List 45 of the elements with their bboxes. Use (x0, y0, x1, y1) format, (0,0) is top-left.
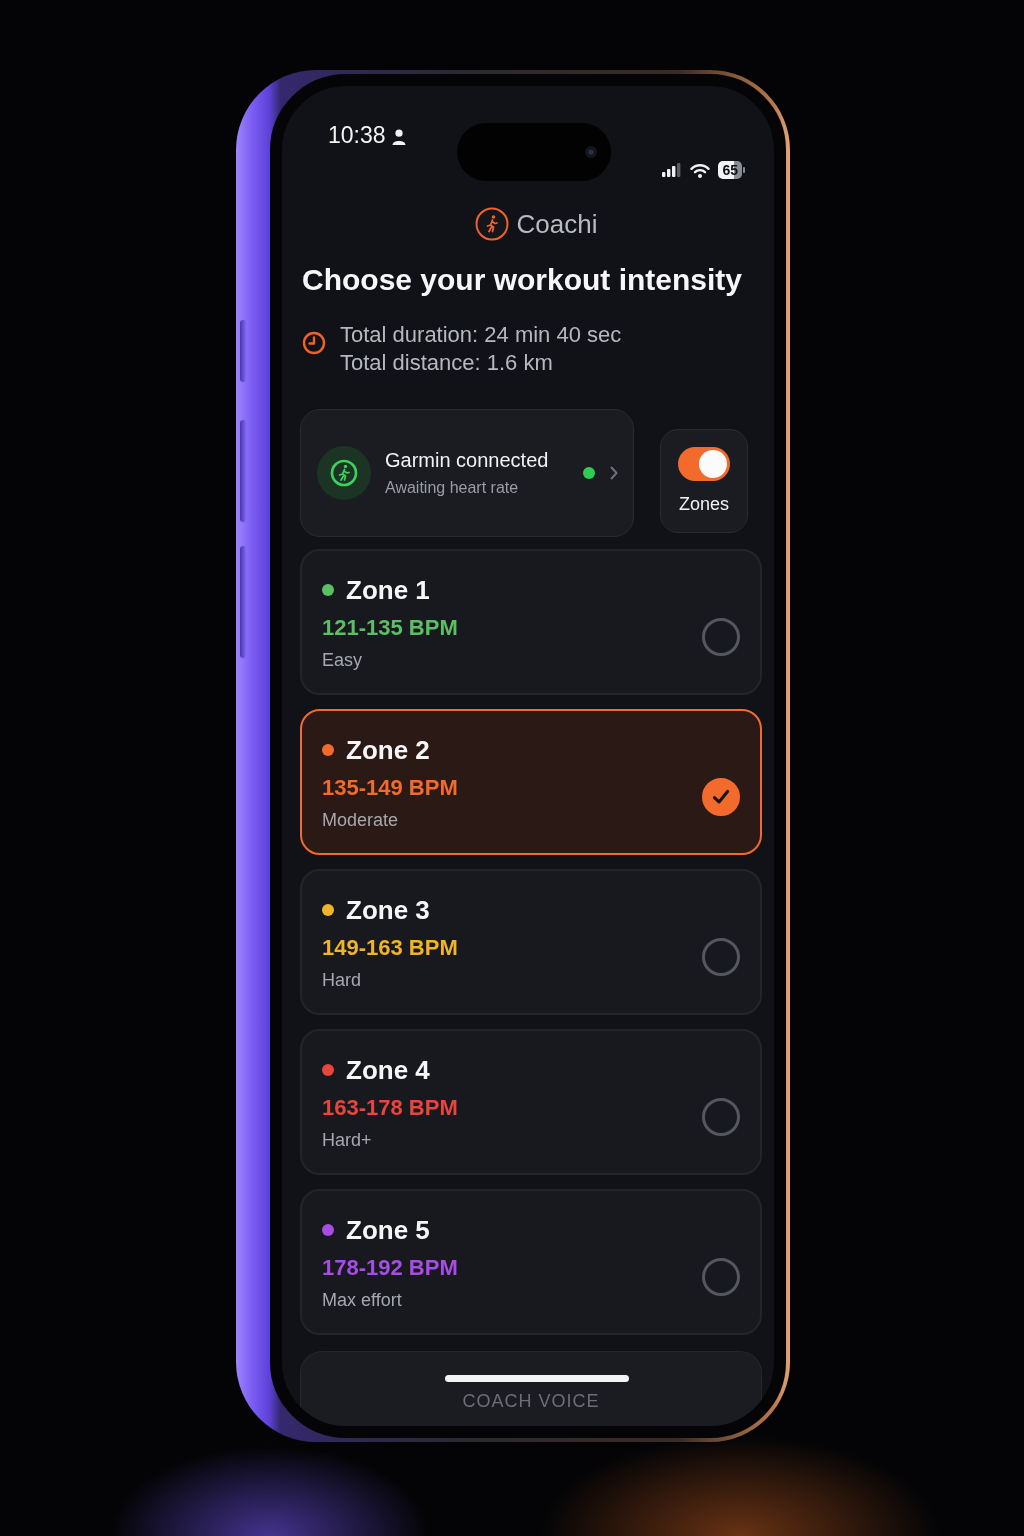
zone-card[interactable]: Zone 2 135-149 BPM Moderate (300, 709, 762, 855)
zone-effort: Max effort (322, 1289, 402, 1312)
runner-logo-icon (474, 207, 509, 241)
toggle-label: Zones (679, 493, 729, 515)
zone-name: Zone 3 (346, 894, 430, 926)
zone-card[interactable]: Zone 1 121-135 BPM Easy (300, 549, 762, 695)
page-title: Choose your workout intensity (302, 262, 744, 298)
zone-range: 178-192 BPM (322, 1254, 458, 1282)
zones-toggle[interactable] (678, 447, 730, 481)
zone-card[interactable]: Zone 3 149-163 BPM Hard (300, 869, 762, 1015)
zone-name: Zone 5 (346, 1214, 430, 1246)
zone-name: Zone 1 (346, 574, 430, 606)
zone-effort: Moderate (322, 809, 399, 832)
runner-icon (317, 446, 371, 500)
zone-name: Zone 4 (346, 1054, 430, 1086)
app-name: Coachi (516, 208, 598, 240)
battery-level: 65 (718, 161, 745, 179)
zone-range: 163-178 BPM (322, 1094, 458, 1122)
radio-button[interactable] (702, 778, 740, 816)
radio-button[interactable] (702, 1258, 740, 1296)
status-time: 10:38 (328, 121, 386, 149)
person-icon (391, 129, 406, 145)
camera-dot-icon (585, 146, 597, 158)
zone-range: 121-135 BPM (322, 614, 458, 642)
chevron-right-icon (609, 465, 619, 481)
zone-range: 135-149 BPM (322, 774, 458, 802)
wifi-icon (690, 162, 711, 178)
signal-icon (662, 163, 683, 177)
zone-name: Zone 2 (346, 734, 430, 766)
device-title: Garmin connected (385, 448, 549, 472)
duration-text: Total duration: 24 min 40 sec (340, 321, 622, 349)
device-card[interactable]: Garmin connected Awaiting heart rate (300, 409, 634, 537)
radio-button[interactable] (702, 1098, 740, 1136)
zone-card[interactable]: Zone 5 178-192 BPM Max effort (300, 1189, 762, 1335)
distance-text: Total distance: 1.6 km (340, 349, 553, 377)
zone-effort: Hard (322, 969, 361, 992)
radio-button[interactable] (702, 938, 740, 976)
device-subtitle: Awaiting heart rate (385, 478, 519, 498)
zone-range: 149-163 BPM (322, 934, 458, 962)
zone-effort: Easy (322, 649, 363, 672)
clock-icon (302, 331, 326, 355)
panel-label: COACH VOICE (462, 1390, 600, 1412)
radio-button[interactable] (702, 618, 740, 656)
zone-card[interactable]: Zone 4 163-178 BPM Hard+ (300, 1029, 762, 1175)
zone-effort: Hard+ (322, 1129, 372, 1152)
